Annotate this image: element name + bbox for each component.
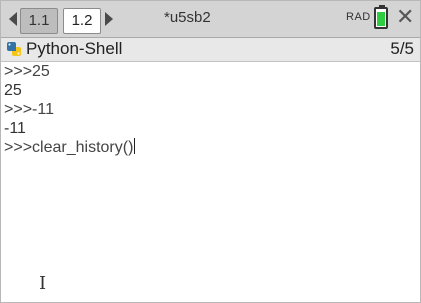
console-line: >>>-11 <box>4 101 54 118</box>
page-counter: 5/5 <box>390 39 414 58</box>
shell-console[interactable]: >>>25 25 >>>-11 -11 >>>clear_history() <box>4 62 414 157</box>
tab-1-2[interactable]: 1.2 <box>63 8 101 34</box>
previous-page-icon[interactable] <box>9 12 17 26</box>
app-title: Python-Shell <box>26 39 123 58</box>
console-input-text: >>>clear_history() <box>4 139 134 156</box>
battery-level <box>377 11 385 26</box>
tab-1-1[interactable]: 1.1 <box>20 8 58 34</box>
angle-mode-indicator: RAD <box>346 11 371 23</box>
console-input-line[interactable]: >>>clear_history() <box>4 138 414 157</box>
next-page-icon[interactable] <box>105 12 113 26</box>
text-caret <box>134 138 136 154</box>
app-header: Python-Shell 5/5 <box>1 38 420 62</box>
calculator-screen: 1.1 1.2 *u5sb2 RAD ✕ Python-Shell 5/5 >>… <box>0 0 421 303</box>
close-icon[interactable]: ✕ <box>396 5 414 29</box>
console-line: >>>25 <box>4 63 50 80</box>
document-title: *u5sb2 <box>164 9 211 26</box>
tab-bar: 1.1 1.2 *u5sb2 RAD ✕ <box>1 1 420 38</box>
console-line: 25 <box>4 82 22 99</box>
battery-icon <box>374 7 388 29</box>
console-line: -11 <box>4 120 26 137</box>
mouse-ibeam-cursor-icon: I <box>39 273 47 294</box>
python-icon <box>7 42 21 56</box>
